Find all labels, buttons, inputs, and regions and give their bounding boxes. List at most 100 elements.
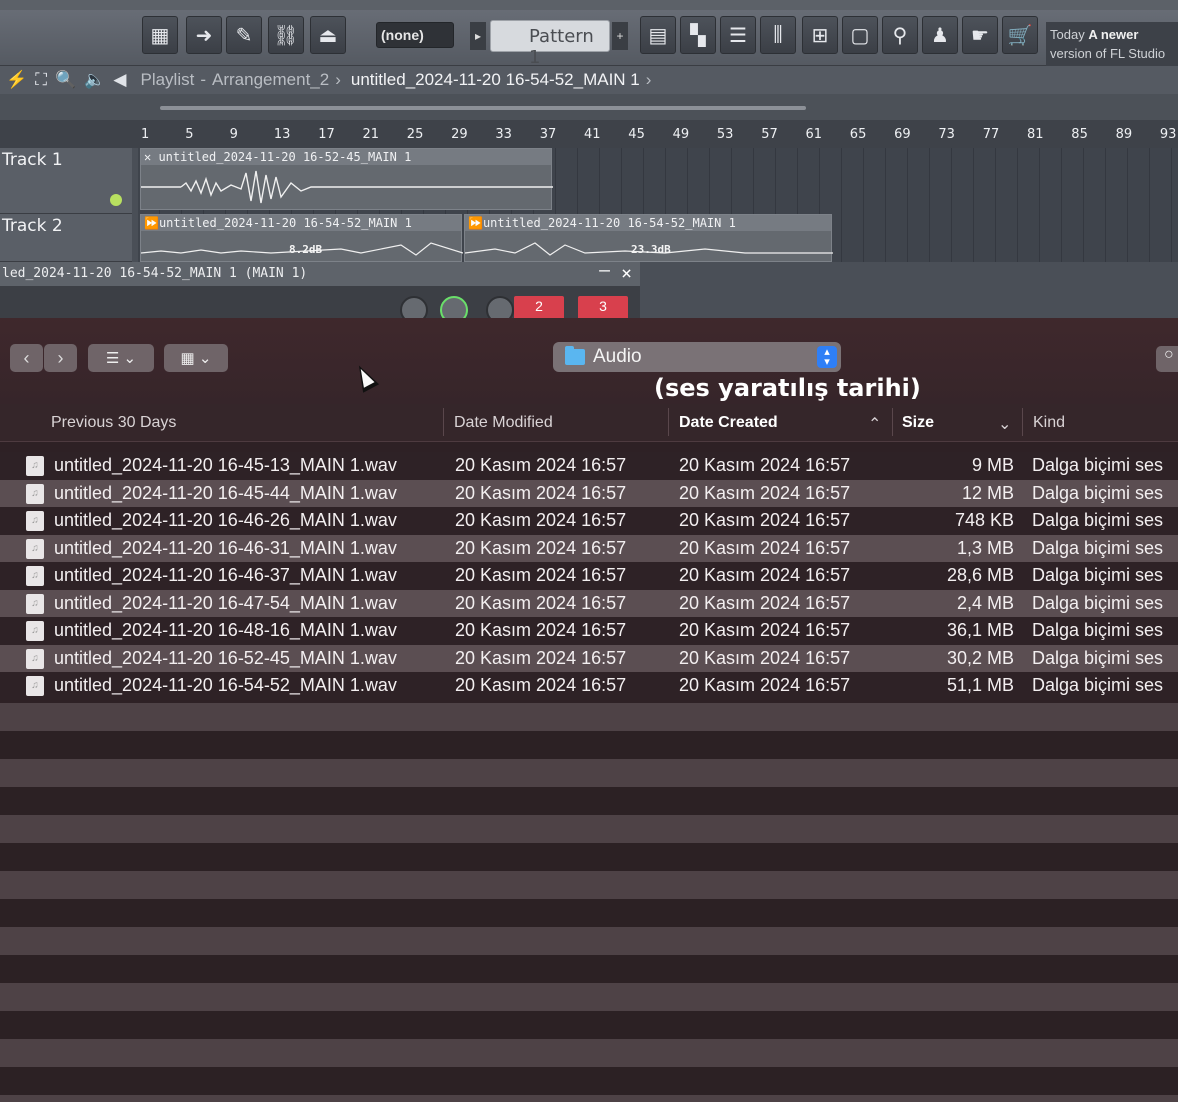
audio-file-icon: ♫ (26, 676, 44, 696)
empty-list-area (0, 703, 1178, 1102)
clip-gain-label: 8.2dB (289, 243, 323, 256)
audio-clip[interactable]: ✕ untitled_2024-11-20 16-52-45_MAIN 1 (140, 148, 553, 210)
pattern-add-icon[interactable]: + (612, 22, 628, 50)
audio-clip[interactable]: ⏩untitled_2024-11-20 16-54-52_MAIN 1 23.… (464, 214, 833, 262)
ruler-number: 45 (628, 127, 645, 142)
chevron-updown-icon: ▴ ▾ (817, 346, 837, 368)
channel-rack-icon[interactable]: ☰ (720, 16, 756, 54)
file-row[interactable]: ♫ untitled_2024-11-20 16-46-31_MAIN 1.wav… (0, 534, 1178, 562)
column-kind[interactable]: Kind (1033, 414, 1065, 432)
pattern-source-select[interactable]: (none) (376, 22, 454, 48)
file-name: untitled_2024-11-20 16-47-54_MAIN 1.wav (54, 592, 397, 613)
track-lane-1[interactable]: ✕ untitled_2024-11-20 16-52-45_MAIN 1 (138, 148, 1178, 214)
link-icon[interactable]: ⛓ (268, 16, 304, 54)
file-row[interactable]: ♫ untitled_2024-11-20 16-48-16_MAIN 1.wav… (0, 617, 1178, 645)
column-divider[interactable] (892, 408, 893, 436)
metronome-icon[interactable]: ⏏ (310, 16, 346, 54)
file-kind: Dalga biçimi ses (1032, 537, 1164, 558)
file-row[interactable]: ♫ untitled_2024-11-20 16-54-52_MAIN 1.wav… (0, 672, 1178, 700)
ruler-number: 37 (539, 127, 557, 142)
file-date-created: 20 Kasım 2024 16:57 (679, 675, 851, 695)
column-date-created[interactable]: Date Created (679, 414, 778, 432)
list-view-icon[interactable]: ☰ ⌄ (88, 344, 154, 372)
ruler-number: 89 (1115, 127, 1133, 142)
horizontal-scrollbar[interactable] (160, 106, 806, 110)
chevron-right-icon: › (645, 70, 652, 89)
forward-button[interactable]: › (44, 344, 77, 372)
sort-ascending-icon[interactable]: ⌃ (868, 414, 881, 434)
close-icon[interactable]: × (621, 263, 632, 284)
plugin-picker-icon[interactable]: ⊞ (802, 16, 838, 54)
fl-top-strip (0, 0, 1178, 10)
column-size[interactable]: Size (902, 414, 934, 432)
pattern-selector[interactable]: Pattern 1 (490, 20, 610, 68)
column-divider[interactable] (668, 408, 669, 436)
mixer-knob-active[interactable] (440, 296, 468, 318)
file-name: untitled_2024-11-20 16-46-26_MAIN 1.wav (54, 510, 397, 530)
file-row[interactable]: ♫ untitled_2024-11-20 16-45-44_MAIN 1.wav… (0, 479, 1178, 507)
track-lane-2[interactable]: ⏩untitled_2024-11-20 16-54-52_MAIN 1 8.2… (138, 214, 1178, 262)
mixer-knob[interactable] (486, 296, 514, 318)
back-button[interactable]: ‹ (10, 344, 43, 372)
column-name[interactable]: Previous 30 Days (51, 414, 176, 432)
crumb-separator: - (200, 70, 207, 89)
track-header-1[interactable]: Track 1 (0, 148, 132, 214)
file-row[interactable]: ♫ untitled_2024-11-20 16-46-26_MAIN 1.wav… (0, 507, 1178, 535)
ruler-number: 85 (1071, 127, 1088, 142)
ruler-number: 49 (672, 127, 690, 142)
file-date-created: 20 Kasım 2024 16:57 (679, 565, 851, 585)
mixer-icon[interactable]: ⫼ (760, 16, 796, 54)
news-panel[interactable]: Today A newer version of FL Studio i... (1046, 22, 1178, 80)
file-date-modified: 20 Kasım 2024 16:57 (455, 675, 627, 695)
track-header-2[interactable]: Track 2 (0, 214, 132, 262)
file-row[interactable]: ♫ untitled_2024-11-20 16-45-13_MAIN 1.wav… (0, 452, 1178, 480)
column-date-modified[interactable]: Date Modified (454, 414, 553, 432)
file-row[interactable]: ♫ untitled_2024-11-20 16-47-54_MAIN 1.wav… (0, 589, 1178, 617)
audio-file-icon: ♫ (26, 483, 44, 504)
file-date-created: 20 Kasım 2024 16:57 (679, 510, 851, 530)
mixer-knob[interactable] (400, 296, 428, 318)
file-row[interactable]: ♫ untitled_2024-11-20 16-46-37_MAIN 1.wav… (0, 562, 1178, 590)
clip-gain-label: 23.3dB (631, 243, 671, 256)
ruler-number: 9 (229, 127, 238, 142)
brush-icon[interactable]: ✎ (226, 16, 262, 54)
mixer-slot-2[interactable]: 2 (514, 296, 564, 318)
hand-icon[interactable]: ☛ (962, 16, 998, 54)
plugin-icon[interactable]: ⚲ (882, 16, 918, 54)
search-icon[interactable]: ○ (1156, 346, 1178, 372)
mixer-slot-3[interactable]: 3 (578, 296, 628, 318)
ruler-number: 73 (938, 127, 955, 142)
column-divider[interactable] (1022, 408, 1023, 436)
browser-icon[interactable]: ▢ (842, 16, 878, 54)
mixer-title-bar[interactable]: led_2024-11-20 16-54-52_MAIN 1 (MAIN 1) … (0, 260, 640, 286)
crumb-arrangement[interactable]: Arrangement_2 (212, 70, 329, 90)
grid-view-icon[interactable]: ▦ ⌄ (164, 344, 228, 372)
cart-icon[interactable]: 🛒 (1002, 16, 1038, 54)
playlist-tool-icons[interactable]: ⚡⛶🔍🔈◀ (0, 70, 134, 90)
pattern-prev-arrow-icon[interactable]: ▸ (470, 22, 486, 50)
file-name: untitled_2024-11-20 16-54-52_MAIN 1.wav (54, 675, 397, 695)
file-date-modified: 20 Kasım 2024 16:57 (455, 592, 627, 613)
minimize-icon[interactable]: – (599, 260, 610, 281)
folder-selector[interactable]: Audio ▴ ▾ (553, 342, 841, 372)
file-size: 1,3 MB (956, 537, 1014, 558)
piano-roll-icon[interactable]: ▦ (142, 16, 178, 54)
timeline-ruler[interactable]: 1 5 9 13 17 21 25 29 33 37 41 45 49 53 57 61 65 69 73 77 81 8… (0, 120, 1178, 148)
piano-icon[interactable]: ▚ (680, 16, 716, 54)
file-name: untitled_2024-11-20 16-46-37_MAIN 1.wav (54, 565, 397, 585)
audio-clip[interactable]: ⏩untitled_2024-11-20 16-54-52_MAIN 1 8.2… (140, 214, 463, 262)
crumb-project[interactable]: untitled_2024-11-20 16-54-52_MAIN 1 (351, 70, 640, 90)
news-headline: A newer (1088, 27, 1139, 42)
ruler-number: 17 (318, 127, 335, 142)
file-row[interactable]: ♫ untitled_2024-11-20 16-52-45_MAIN 1.wav… (0, 644, 1178, 672)
ruler-number: 41 (584, 127, 601, 142)
clip-title: ⏩untitled_2024-11-20 16-54-52_MAIN 1 (141, 215, 461, 231)
file-name: untitled_2024-11-20 16-45-13_MAIN 1.wav (54, 455, 397, 475)
arrow-right-icon[interactable]: ➜ (186, 16, 222, 54)
tempo-icon[interactable]: ♟ (922, 16, 958, 54)
column-divider[interactable] (443, 408, 444, 436)
track-active-led-icon[interactable] (110, 194, 122, 206)
playlist-icon[interactable]: ▤ (640, 16, 676, 54)
file-date-created: 20 Kasım 2024 16:57 (679, 455, 851, 475)
chevron-down-icon[interactable]: ⌄ (998, 414, 1011, 434)
